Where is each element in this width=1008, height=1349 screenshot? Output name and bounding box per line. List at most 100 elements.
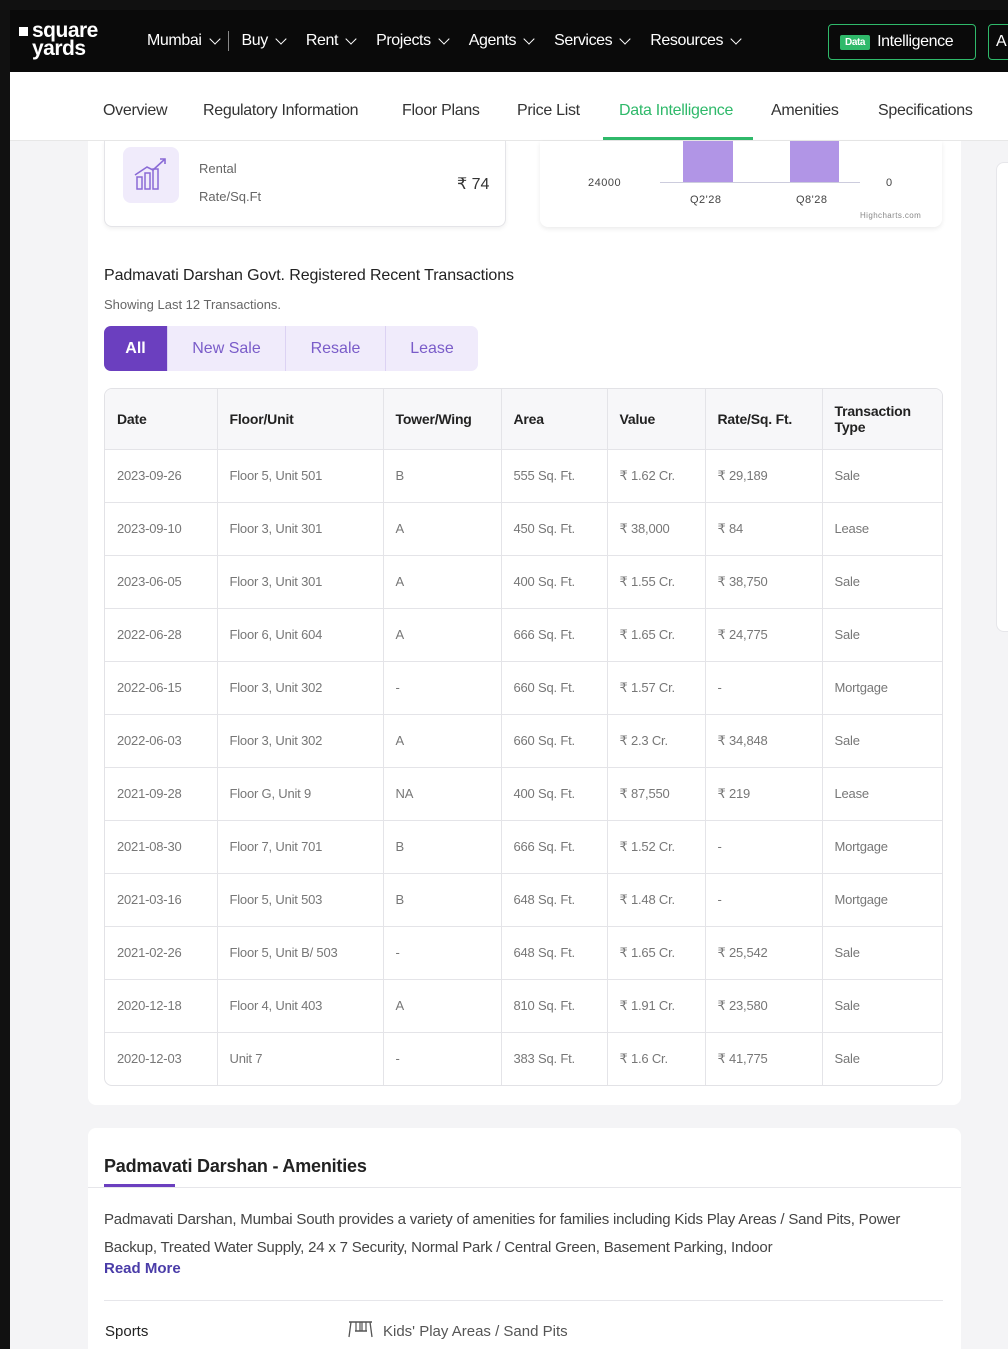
- project-subnav: Overview Regulatory Information Floor Pl…: [10, 72, 1008, 141]
- table-cell: ₹ 29,189: [704, 448, 823, 503]
- table-cell: 2021-03-16: [105, 872, 218, 927]
- filter-resale-button[interactable]: Resale: [286, 326, 386, 371]
- brand-logo[interactable]: square yards: [10, 10, 128, 72]
- table-cell: Floor 6, Unit 604: [216, 607, 384, 662]
- tab-price-list[interactable]: Price List: [517, 102, 580, 120]
- table-cell: -: [382, 660, 502, 715]
- read-more-link[interactable]: Read More: [104, 1260, 181, 1277]
- filter-all-button[interactable]: All: [104, 326, 168, 371]
- table-cell: A: [382, 607, 502, 662]
- table-cell: 666 Sq. Ft.: [500, 607, 608, 662]
- table-header-row: Date Floor/Unit Tower/Wing Area Value Ra…: [105, 389, 942, 450]
- table-cell: -: [704, 819, 823, 874]
- table-cell: 2022-06-28: [105, 607, 218, 662]
- rental-label-1: Rental: [199, 161, 237, 176]
- nav-item-agents[interactable]: Agents: [469, 32, 535, 50]
- data-badge: Data: [840, 34, 871, 50]
- tab-amenities[interactable]: Amenities: [771, 102, 839, 120]
- amenities-title-underline: [104, 1184, 175, 1187]
- table-cell: A: [382, 554, 502, 609]
- table-cell: 2020-12-18: [105, 978, 218, 1033]
- table-cell: 2023-09-10: [105, 501, 218, 556]
- table-cell: 450 Sq. Ft.: [500, 501, 608, 556]
- nav-item-resources[interactable]: Resources: [650, 32, 742, 50]
- tab-overview[interactable]: Overview: [103, 102, 168, 120]
- nav-city-label: Mumbai: [147, 32, 202, 49]
- table-row: 2023-06-05 Floor 3, Unit 301 A 400 Sq. Ft. ₹…: [105, 554, 942, 609]
- column-header-floor-unit: Floor/Unit: [216, 389, 384, 450]
- table-cell: ₹ 41,775: [704, 1031, 823, 1085]
- chevron-down-icon: [438, 32, 450, 45]
- table-cell: ₹ 38,750: [704, 554, 823, 609]
- table-cell: -: [382, 1031, 502, 1085]
- tab-regulatory-information[interactable]: Regulatory Information: [203, 102, 359, 120]
- table-row: 2020-12-18 Floor 4, Unit 403 A 810 Sq. Ft. ₹…: [105, 978, 942, 1033]
- amenity-item-label: Kids' Play Areas / Sand Pits: [383, 1322, 568, 1340]
- swing-icon: [347, 1319, 383, 1343]
- table-cell: ₹ 1.65 Cr.: [606, 925, 706, 980]
- table-cell: ₹ 38,000: [606, 501, 706, 556]
- table-cell: -: [704, 872, 823, 927]
- table-cell: 2020-12-03: [105, 1031, 218, 1085]
- table-cell: 2023-06-05: [105, 554, 218, 609]
- nav-separator: [227, 31, 229, 51]
- table-cell: ₹ 84: [704, 501, 823, 556]
- table-cell: A: [382, 501, 502, 556]
- table-cell: Sale: [821, 607, 942, 662]
- growth-chart-icon: [123, 147, 179, 203]
- tab-data-intelligence[interactable]: Data Intelligence: [619, 102, 733, 120]
- side-panel: [996, 162, 1008, 632]
- table-cell: 648 Sq. Ft.: [500, 872, 608, 927]
- amenities-divider: [88, 1187, 961, 1188]
- table-cell: Sale: [821, 448, 942, 503]
- nav-city-selector[interactable]: Mumbai: [147, 32, 221, 50]
- table-cell: 660 Sq. Ft.: [500, 660, 608, 715]
- table-row: 2023-09-10 Floor 3, Unit 301 A 450 Sq. Ft. ₹…: [105, 501, 942, 556]
- table-cell: ₹ 1.62 Cr.: [606, 448, 706, 503]
- table-cell: A: [382, 978, 502, 1033]
- nav-item-projects[interactable]: Projects: [376, 32, 450, 50]
- table-cell: 555 Sq. Ft.: [500, 448, 608, 503]
- nav-item-label: Resources: [650, 32, 724, 49]
- chevron-down-icon: [730, 32, 742, 45]
- table-cell: ₹ 1.6 Cr.: [606, 1031, 706, 1085]
- table-cell: Floor 5, Unit 501: [216, 448, 384, 503]
- chevron-down-icon: [523, 32, 535, 45]
- chevron-down-icon: [208, 32, 221, 45]
- table-cell: Mortgage: [821, 819, 942, 874]
- amenity-item: Kids' Play Areas / Sand Pits: [347, 1319, 568, 1343]
- page-frame: square yards Mumbai Buy Rent Projects Ag…: [0, 0, 1008, 1349]
- table-cell: ₹ 24,775: [704, 607, 823, 662]
- table-cell: Mortgage: [821, 660, 942, 715]
- table-cell: 2021-08-30: [105, 819, 218, 874]
- amenities-list-divider: [104, 1300, 943, 1301]
- table-cell: ₹ 219: [704, 766, 823, 821]
- tab-floor-plans[interactable]: Floor Plans: [402, 102, 480, 120]
- nav-item-services[interactable]: Services: [554, 32, 631, 50]
- nav-item-buy[interactable]: Buy: [241, 32, 287, 50]
- table-cell: Sale: [821, 713, 942, 768]
- table-cell: Sale: [821, 925, 942, 980]
- chart-credit[interactable]: Highcharts.com: [860, 211, 921, 220]
- table-cell: 400 Sq. Ft.: [500, 766, 608, 821]
- filter-lease-button[interactable]: Lease: [386, 326, 478, 371]
- table-cell: ₹ 2.3 Cr.: [606, 713, 706, 768]
- nav-item-label: Buy: [241, 32, 269, 49]
- table-cell: 2021-02-26: [105, 925, 218, 980]
- table-row: 2022-06-03 Floor 3, Unit 302 A 660 Sq. Ft. ₹…: [105, 713, 942, 768]
- price-trend-chart: 24000 0 Q2'28 Q8'28 Highcharts.com: [540, 141, 942, 227]
- active-tab-indicator: [603, 137, 753, 140]
- table-cell: 2022-06-15: [105, 660, 218, 715]
- table-cell: ₹ 1.57 Cr.: [606, 660, 706, 715]
- table-cell: ₹ 1.52 Cr.: [606, 819, 706, 874]
- truncated-nav-button[interactable]: A: [988, 24, 1008, 60]
- filter-new-sale-button[interactable]: New Sale: [168, 326, 286, 371]
- nav-item-label: Rent: [305, 32, 339, 49]
- nav-item-label: Services: [554, 32, 613, 49]
- data-intelligence-button[interactable]: Data Intelligence: [828, 24, 976, 60]
- tab-specifications[interactable]: Specifications: [878, 102, 973, 120]
- column-header-area: Area: [500, 389, 608, 450]
- transactions-subtitle: Showing Last 12 Transactions.: [104, 297, 282, 312]
- table-cell: Sale: [821, 1031, 942, 1085]
- nav-item-rent[interactable]: Rent: [305, 32, 357, 50]
